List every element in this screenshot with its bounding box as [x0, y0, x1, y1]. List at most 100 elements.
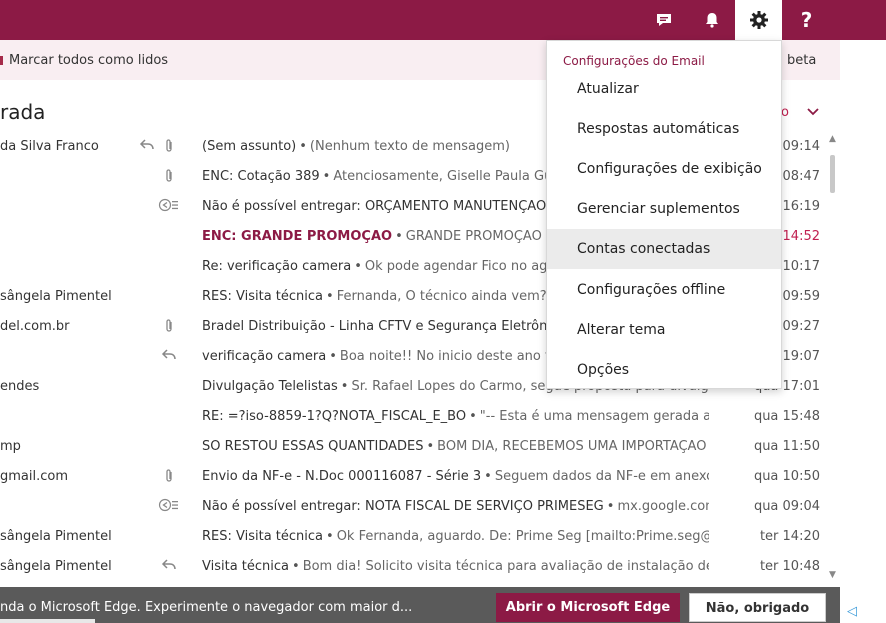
- mail-sender: gmail.com: [0, 469, 69, 484]
- mail-summary: Visita técnica • Bom dia! Solicito visita …: [202, 559, 709, 574]
- folder-title: rada: [0, 100, 46, 124]
- mail-sender: sângela Pimentel: [0, 529, 112, 544]
- mail-sender: del.com.br: [0, 319, 70, 334]
- separator-dot: •: [469, 409, 477, 424]
- separator-dot: •: [484, 469, 492, 484]
- chat-icon: [655, 11, 673, 29]
- edge-banner: nda o Microsoft Edge. Experimente o nave…: [0, 587, 840, 623]
- paperclip-icon: [158, 138, 180, 154]
- mail-subject: (Sem assunto): [202, 139, 297, 154]
- filter-dropdown[interactable]: o: [781, 105, 789, 120]
- settings-menu-heading: Configurações do Email: [563, 54, 705, 68]
- flag-icon: [0, 56, 3, 65]
- dismiss-edge-button[interactable]: Não, obrigado: [689, 593, 826, 622]
- chat-button[interactable]: [640, 0, 687, 40]
- menu-item-change-theme[interactable]: Alterar tema: [547, 310, 781, 350]
- mail-date: 09:27: [782, 319, 820, 334]
- paperclip-icon: [158, 318, 180, 334]
- settings-menu: Configurações do Email Atualizar Respost…: [546, 40, 782, 389]
- mail-date: qua 10:50: [753, 469, 820, 484]
- mail-sender: endes: [0, 379, 40, 394]
- separator-dot: •: [292, 559, 300, 574]
- separator-dot: •: [426, 439, 435, 454]
- mail-preview: Atenciosamente, Giselle Paula Guim: [333, 169, 569, 184]
- mail-sender: sângela Pimentel: [0, 559, 112, 574]
- mail-subject: Divulgação Telelistas: [202, 379, 338, 394]
- adchoices-icon[interactable]: ◁: [847, 604, 857, 619]
- mail-date: ter 14:20: [759, 529, 820, 544]
- settings-button[interactable]: [735, 0, 782, 40]
- scroll-down-arrow[interactable]: ▼: [827, 570, 838, 580]
- mark-all-read-link[interactable]: Marcar todos como lidos: [9, 53, 168, 68]
- mail-subject: ENC: GRANDE PROMOÇAO: [202, 229, 393, 244]
- mail-subject: RES: Visita técnica: [202, 529, 324, 544]
- mail-preview: GRANDE PROMOÇAO A: [405, 229, 555, 244]
- mail-row[interactable]: mp SÓ RESTOU ESSAS QUANTIDADES • BOM DIA, R…: [0, 431, 826, 461]
- menu-item-auto-replies[interactable]: Respostas automáticas: [547, 109, 781, 149]
- mail-subject: SÓ RESTOU ESSAS QUANTIDADES: [202, 439, 424, 454]
- mail-preview: BOM DIA, RECEBEMOS UMA IMPORTAÇÃO D: [437, 439, 709, 454]
- mail-summary: SÓ RESTOU ESSAS QUANTIDADES • BOM DIA, REC…: [202, 439, 709, 454]
- beta-label: beta: [787, 53, 817, 68]
- chevron-down-icon[interactable]: [807, 106, 819, 121]
- mail-row[interactable]: gmail.com Envio da NF-e - N.Doc 000116087…: [0, 461, 826, 491]
- separator-dot: •: [322, 169, 331, 184]
- mail-preview: Ok pode agendar Fico no agua: [364, 259, 564, 274]
- mail-date: 09:14: [782, 139, 820, 154]
- mail-summary: Não é possível entregar: NOTA FISCAL DE …: [202, 499, 709, 514]
- mail-row[interactable]: sângela Pimentel Visita técnica • Bom dia! …: [0, 551, 826, 581]
- mail-summary: RE: =?iso-8859-1?Q?NOTA_FISCAL_E_BO • "-- …: [202, 409, 709, 424]
- menu-item-manage-addins[interactable]: Gerenciar suplementos: [547, 189, 781, 229]
- menu-item-display-settings[interactable]: Configurações de exibição: [547, 149, 781, 189]
- separator-dot: •: [354, 259, 362, 274]
- mail-row[interactable]: RE: =?iso-8859-1?Q?NOTA_FISCAL_E_BO • "-- …: [0, 401, 826, 431]
- mail-subject: Visita técnica: [202, 559, 290, 574]
- mail-sender: mp: [0, 439, 21, 454]
- mail-subject: Re: verificação camera: [202, 259, 352, 274]
- reply-icon: [136, 138, 158, 154]
- edge-banner-text: nda o Microsoft Edge. Experimente o nave…: [0, 600, 413, 615]
- menu-item-refresh[interactable]: Atualizar: [547, 69, 781, 109]
- separator-dot: •: [606, 499, 615, 514]
- mail-date: qua 11:50: [753, 439, 820, 454]
- mail-subject: Envio da NF-e - N.Doc 000116087 - Série …: [202, 469, 482, 484]
- notifications-button[interactable]: [688, 0, 735, 40]
- undeliverable-icon: [158, 198, 180, 214]
- mail-row[interactable]: sângela Pimentel RES: Visita técnica • Ok F…: [0, 521, 826, 551]
- mail-subject: ENC: Cotação 389: [202, 169, 320, 184]
- reply-icon: [158, 348, 180, 364]
- mail-subject: Bradel Distribuição - Linha CFTV e Segur…: [202, 319, 567, 334]
- gear-icon: [749, 10, 769, 30]
- mail-preview: "-- Esta é uma mensagem gerada auto: [479, 409, 709, 424]
- mail-sender: da Silva Franco: [0, 139, 99, 154]
- menu-item-connected-accounts[interactable]: Contas conectadas: [547, 229, 781, 269]
- mail-preview: (Nenhum texto de mensagem): [309, 139, 510, 154]
- mail-preview: Seguem dados da NF-e em anexo.: [494, 469, 709, 484]
- mail-row[interactable]: Não é possível entregar: NOTA FISCAL DE …: [0, 491, 826, 521]
- mail-date: ter 10:48: [759, 559, 820, 574]
- mail-preview: Ok Fernanda, aguardo. De: Prime Seg [mai…: [336, 529, 709, 544]
- mail-summary: Envio da NF-e - N.Doc 000116087 - Série …: [202, 469, 709, 484]
- mail-subject: Não é possível entregar: NOTA FISCAL DE …: [202, 499, 604, 514]
- menu-item-offline-settings[interactable]: Configurações offline: [547, 270, 781, 310]
- mail-subject: Não é possível entregar: ORÇAMENTO MANUT…: [202, 199, 561, 214]
- separator-dot: •: [299, 139, 307, 154]
- mail-subject: RE: =?iso-8859-1?Q?NOTA_FISCAL_E_BO: [202, 409, 467, 424]
- help-button[interactable]: ?: [783, 0, 830, 40]
- mail-date: 09:59: [782, 289, 820, 304]
- mail-preview: Bom dia! Solicito visita técnica para av…: [302, 559, 709, 574]
- scrollbar-thumb[interactable]: [830, 155, 835, 193]
- open-edge-button[interactable]: Abrir o Microsoft Edge: [496, 593, 680, 622]
- question-icon: ?: [800, 8, 813, 32]
- top-bar: ?: [0, 0, 886, 40]
- separator-dot: •: [340, 379, 349, 394]
- mail-sender: sângela Pimentel: [0, 289, 112, 304]
- mail-summary: RES: Visita técnica • Ok Fernanda, aguardo…: [202, 529, 709, 544]
- menu-item-options[interactable]: Opções: [547, 350, 781, 390]
- mail-date: 08:47: [782, 169, 820, 184]
- mail-date: qua 15:48: [753, 409, 820, 424]
- scroll-up-arrow[interactable]: ▲: [827, 134, 838, 144]
- undeliverable-icon: [158, 498, 180, 514]
- mail-preview: Boa noite!! No inicio deste ano fizem: [339, 349, 581, 364]
- mail-preview: mx.google.com r: [617, 499, 709, 514]
